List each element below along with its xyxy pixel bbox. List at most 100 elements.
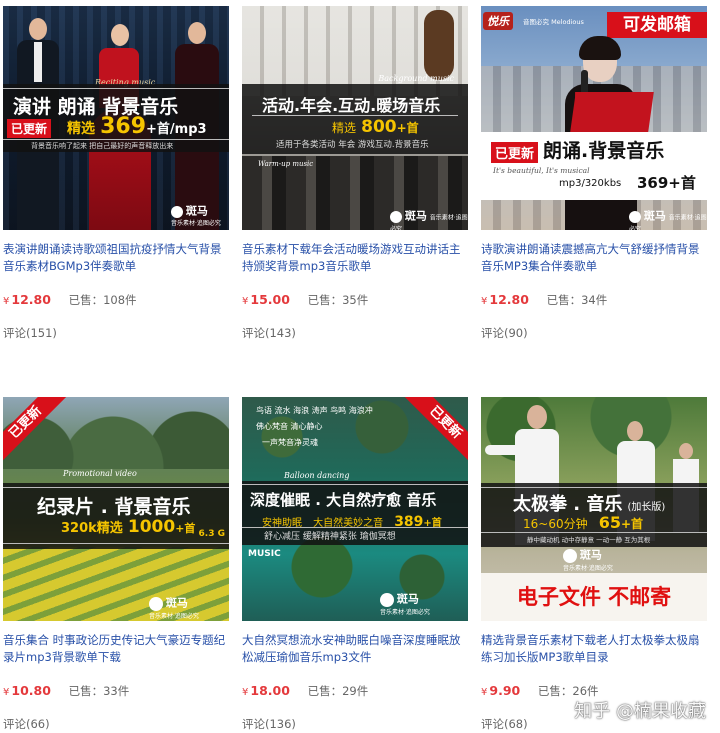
banner-headline: 深度催眠 . 大自然疗愈 音乐	[250, 491, 437, 509]
product-title-link[interactable]: 诗歌演讲朗诵读震撼高亢大气舒缓抒情背景音乐MP3集合伴奏歌单	[481, 241, 707, 275]
sold-count: 35件	[342, 293, 369, 307]
updated-ribbon: 已更新	[3, 397, 73, 467]
sold-count: 34件	[581, 293, 608, 307]
updated-badge: 已更新	[491, 142, 539, 163]
top-line-3: 一声梵音净灵魂	[262, 438, 318, 447]
product-title-link[interactable]: 表演讲朗诵读诗歌颂祖国抗疫抒情大气背景音乐素材BGMp3伴奏歌单	[3, 241, 229, 275]
product-image[interactable]: Background music 活动.年会.互动.暖场音乐 精选 800+首 …	[242, 6, 468, 230]
banner-line-2: 舒心减压 缓解精神紧张 瑜伽冥想	[264, 532, 396, 542]
price: 12.80	[489, 292, 529, 307]
review-count-link[interactable]: 评论(136)	[242, 716, 296, 732]
product-image[interactable]: 鸟语 流水 海浪 涛声 鸟鸣 海浪冲 佛心梵音 清心静心 一声梵音净灵魂 已更新…	[242, 397, 468, 621]
product-image[interactable]: 悦乐 音图必究 Melodious 可发邮箱 已更新 朗诵.背景音乐 It's …	[481, 6, 707, 230]
top-line-1: 鸟语 流水 海浪 涛声 鸟鸣 海浪冲	[256, 406, 373, 415]
promo-banner: 纪录片 . 背景音乐 320k精选 1000+首 6.3 G	[3, 483, 229, 549]
sold-label: 已售：	[307, 293, 343, 307]
brand-logo: 斑马 音乐素材·追图必究	[563, 548, 613, 572]
sold-label: 已售：	[537, 684, 573, 698]
price: 12.80	[11, 292, 51, 307]
review-count-link[interactable]: 评论(90)	[481, 325, 528, 341]
sold-count: 108件	[103, 293, 137, 307]
product-image[interactable]: 太极拳 . 音乐 (加长版) 16~60分钟 65+首 静中藏动机 动中存静意 …	[481, 397, 707, 621]
script-text: Background music	[378, 74, 454, 83]
price: 18.00	[250, 683, 290, 698]
no-mail-notice: 电子文件 不邮寄	[481, 573, 707, 621]
banner-sub: 320k精选 1000+首	[61, 517, 196, 537]
banner-headline: 朗诵.背景音乐	[543, 140, 665, 162]
product-title-link[interactable]: 音乐素材下载年会活动暖场游戏互动讲话主持颁奖背景mp3音乐歌单	[242, 241, 468, 275]
script-text: It's beautiful, It's musical	[493, 166, 590, 175]
zhihu-watermark: 知乎 @楠果收藏	[574, 701, 706, 722]
top-line-2: 佛心梵音 清心静心	[256, 422, 323, 431]
price-row: ¥12.80 已售：108件	[3, 292, 137, 307]
music-tag: MUSIC	[248, 549, 281, 559]
updated-badge: 已更新	[7, 119, 52, 138]
product-card[interactable]: 悦乐 音图必究 Melodious 可发邮箱 已更新 朗诵.背景音乐 It's …	[481, 6, 707, 340]
zebra-logo-icon	[563, 549, 577, 563]
zebra-logo-icon	[390, 211, 402, 223]
review-count-link[interactable]: 评论(143)	[242, 325, 296, 341]
promo-banner: Background music 活动.年会.互动.暖场音乐 精选 800+首 …	[242, 74, 468, 154]
review-count-link[interactable]: 评论(66)	[3, 716, 50, 732]
sold-label: 已售：	[546, 293, 582, 307]
product-card[interactable]: 已更新 Promotional video 纪录片 . 背景音乐 320k精选 …	[3, 397, 229, 731]
brand-mark: 悦乐	[483, 12, 513, 30]
brand-logo: 斑马 音乐素材·追图必究	[171, 204, 221, 227]
promo-banner: 深度催眠 . 大自然疗愈 音乐 安神助眠 大自然美妙之音 389+首 舒心减压 …	[242, 481, 468, 545]
promo-banner: 太极拳 . 音乐 (加长版) 16~60分钟 65+首 静中藏动机 动中存静意 …	[481, 483, 707, 547]
sold-count: 29件	[342, 684, 369, 698]
script-text: Balloon dancing	[284, 471, 350, 480]
red-folder	[570, 92, 654, 132]
banner-tagline: 背景音乐响了起来 把自己最好的声音释放出来	[31, 142, 174, 150]
size-label: 6.3 G	[198, 529, 225, 539]
product-card[interactable]: 太极拳 . 音乐 (加长版) 16~60分钟 65+首 静中藏动机 动中存静意 …	[481, 397, 707, 731]
zebra-logo-icon	[380, 593, 394, 607]
script-text: Promotional video	[63, 469, 137, 478]
banner-sub: 精选 369+首/mp3	[67, 114, 207, 139]
zebra-logo-icon	[629, 211, 641, 223]
price-row: ¥15.00 已售：35件	[242, 292, 369, 307]
review-count-link[interactable]: 评论(68)	[481, 716, 528, 732]
brand-logo: 斑马 音乐素材·追图必究	[380, 592, 430, 616]
price-row: ¥18.00 已售：29件	[242, 683, 369, 698]
banner-tagline: 适用于各类活动 年会 游戏互动.背景音乐	[276, 140, 429, 150]
zebra-logo-icon	[171, 206, 183, 218]
sold-count: 26件	[572, 684, 599, 698]
sold-label: 已售：	[307, 684, 343, 698]
sold-label: 已售：	[68, 293, 104, 307]
brand-logo: 斑马 音乐素材·追图必究	[149, 596, 199, 620]
product-card[interactable]: Background music 活动.年会.互动.暖场音乐 精选 800+首 …	[242, 6, 468, 340]
brand-logo: 斑马 音乐素材·追图必究	[390, 209, 468, 230]
zebra-logo-icon	[149, 597, 163, 611]
product-card[interactable]: 鸟语 流水 海浪 涛声 鸟鸣 海浪冲 佛心梵音 清心静心 一声梵音净灵魂 已更新…	[242, 397, 468, 731]
banner-headline: 活动.年会.互动.暖场音乐	[262, 96, 441, 115]
price-row: ¥12.80 已售：34件	[481, 292, 608, 307]
brand-sub: 音图必究 Melodious	[523, 18, 584, 26]
review-count-link[interactable]: 评论(151)	[3, 325, 57, 341]
product-title-link[interactable]: 大自然冥想流水安神助眠白噪音深度睡眠放松减压瑜伽音乐mp3文件	[242, 632, 468, 666]
promo-banner: 演讲 朗诵 背景音乐 已更新 精选 369+首/mp3 背景音乐响了起来 把自己…	[3, 84, 229, 152]
price-row: ¥10.80 已售：33件	[3, 683, 130, 698]
cello-icon	[424, 10, 454, 80]
product-title-link[interactable]: 音乐集合 时事政论历史传记大气豪迈专题纪录片mp3背景歌单下载	[3, 632, 229, 666]
script-text-2: Warm-up music	[258, 160, 314, 168]
price: 15.00	[250, 292, 290, 307]
banner-headline: 纪录片 . 背景音乐	[37, 496, 191, 518]
banner-sub: 精选 800+首	[332, 117, 419, 137]
track-count: 369+首	[637, 174, 696, 192]
promo-banner: 已更新 朗诵.背景音乐 It's beautiful, It's musical…	[481, 132, 707, 200]
banner-sub: 16~60分钟 65+首	[523, 513, 644, 532]
product-card[interactable]: Reciting music 演讲 朗诵 背景音乐 已更新 精选 369+首/m…	[3, 6, 229, 340]
price: 9.90	[489, 683, 521, 698]
price: 10.80	[11, 683, 51, 698]
sold-count: 33件	[103, 684, 130, 698]
product-image[interactable]: 已更新 Promotional video 纪录片 . 背景音乐 320k精选 …	[3, 397, 229, 621]
product-title-link[interactable]: 精选背景音乐素材下载老人打太极拳太极扇练习加长版MP3歌单目录	[481, 632, 707, 666]
format-label: mp3/320kbs	[559, 178, 622, 189]
updated-ribbon: 已更新	[398, 397, 468, 467]
banner-tagline: 静中藏动机 动中存静意 一动一静 互为其根	[527, 536, 651, 544]
email-delivery-label: 可发邮箱	[607, 12, 707, 38]
brand-logo: 斑马 音乐素材·追图必究	[629, 209, 707, 230]
product-image[interactable]: Reciting music 演讲 朗诵 背景音乐 已更新 精选 369+首/m…	[3, 6, 229, 230]
sold-label: 已售：	[68, 684, 104, 698]
